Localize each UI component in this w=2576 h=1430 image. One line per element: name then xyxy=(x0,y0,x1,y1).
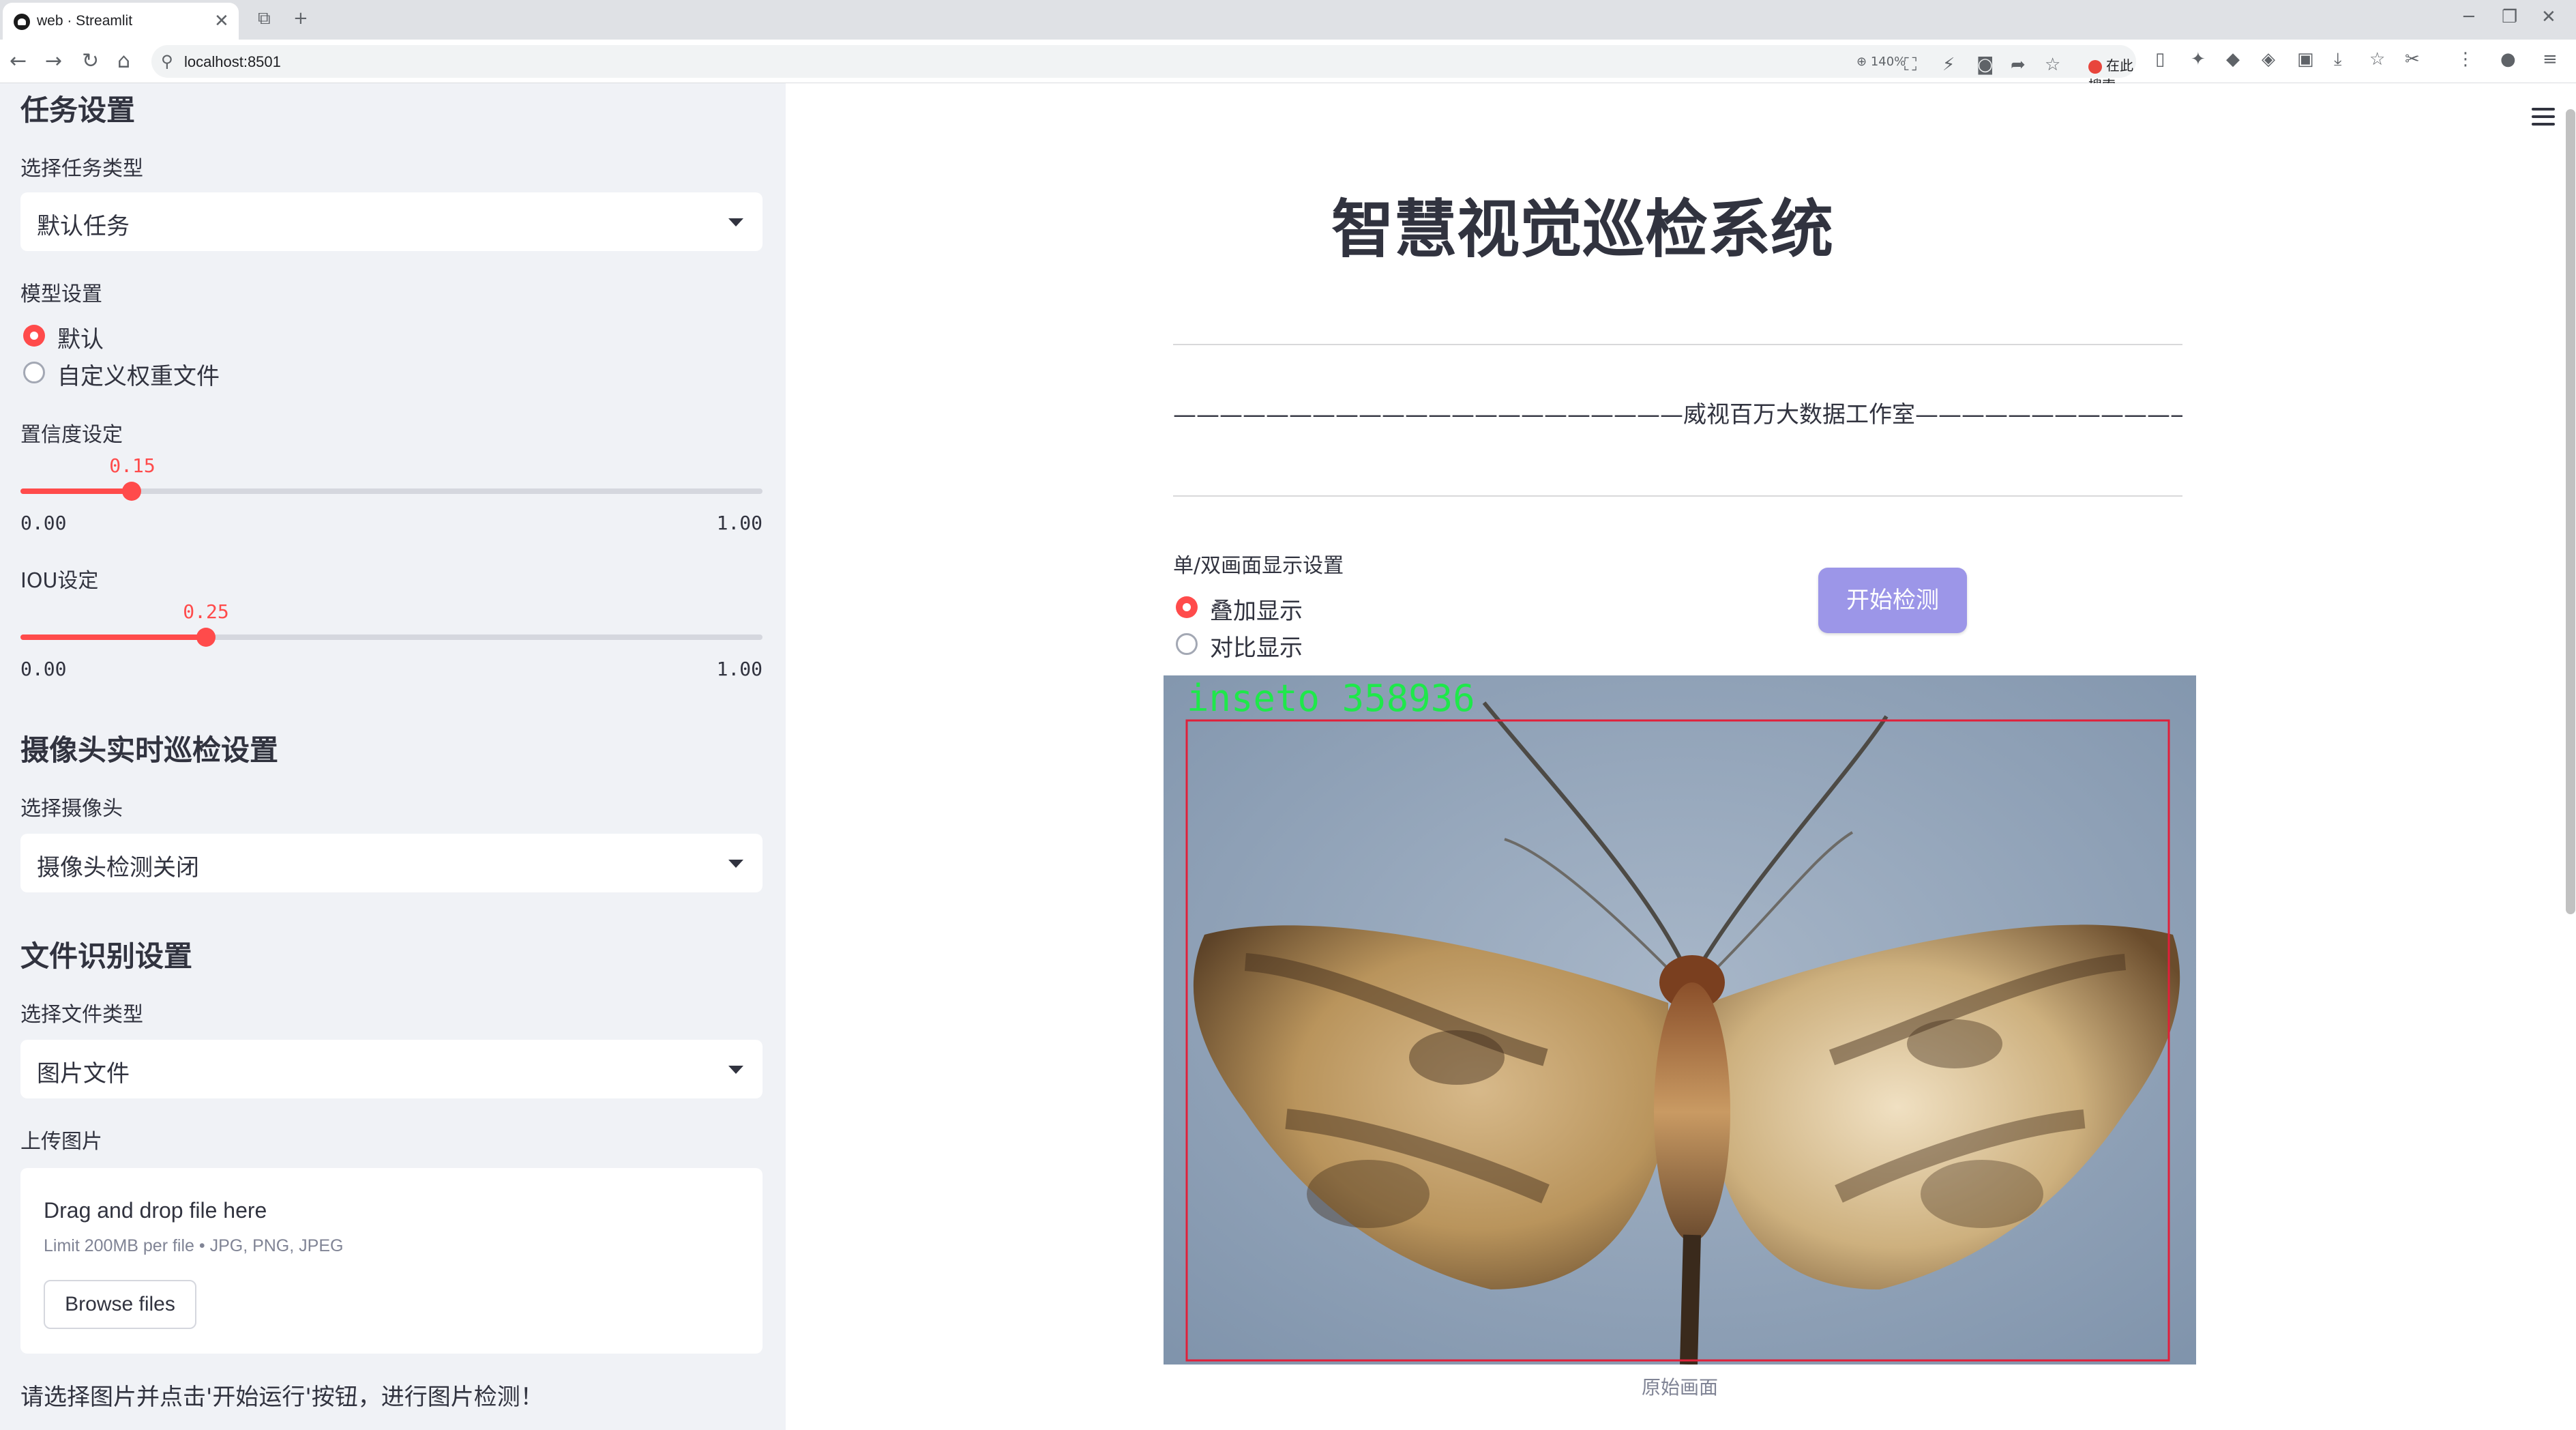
translate-icon[interactable]: ⛶ xyxy=(1904,55,1916,76)
browser-tab[interactable]: web · Streamlit ✕ xyxy=(3,3,239,40)
confidence-value: 0.15 xyxy=(109,454,156,477)
iou-label: IOU设定 xyxy=(20,569,99,593)
share-icon[interactable]: ➦ xyxy=(2011,55,2026,75)
radio-selected-icon[interactable] xyxy=(1176,596,1198,618)
home-icon[interactable]: ⌂ xyxy=(117,49,130,73)
model-option-label: 默认 xyxy=(57,326,104,353)
detection-class-label: inseto 358936 xyxy=(1187,677,1475,720)
bookmark-star-icon[interactable]: ☆ xyxy=(2045,55,2060,75)
zoom-indicator[interactable]: ⊕ 140% xyxy=(1856,55,1906,69)
confidence-max: 1.00 xyxy=(716,512,763,534)
camera-label: 选择摄像头 xyxy=(20,797,123,821)
iou-slider-fill xyxy=(20,634,206,640)
extension-1-icon[interactable]: ✦ xyxy=(2191,49,2206,70)
lightning-icon[interactable]: ⚡ xyxy=(1942,55,1955,75)
url-text: localhost:8501 xyxy=(184,53,281,70)
extension-3-icon[interactable]: ◈ xyxy=(2262,49,2275,70)
restore-icon[interactable]: ❐ xyxy=(2502,7,2517,27)
upload-hint-text: 请选择图片并点击'开始运行'按钮，进行图片检测！ xyxy=(20,1384,544,1411)
task-type-select[interactable]: 默认任务 xyxy=(20,192,763,251)
page-title: 智慧视觉巡检系统 xyxy=(1331,193,1833,266)
browser-tab-bar: web · Streamlit ✕ ⧉ + ─ ❐ ✕ xyxy=(0,0,2576,40)
confidence-slider-fill xyxy=(20,488,132,494)
close-window-icon[interactable]: ✕ xyxy=(2541,7,2556,27)
image-caption: 原始画面 xyxy=(1641,1376,1718,1399)
camera-value: 摄像头检测关闭 xyxy=(37,854,199,881)
close-tab-icon[interactable]: ✕ xyxy=(214,11,229,31)
divider xyxy=(1173,495,2182,497)
url-field[interactable]: ⚲ localhost:8501 ⊕ 140% ⛶ ⚡ ◙ ➦ ☆ 在此搜索 xyxy=(151,45,2136,93)
confidence-slider-thumb[interactable] xyxy=(122,482,141,501)
minimize-icon[interactable]: ─ xyxy=(2463,7,2474,27)
iou-min: 0.00 xyxy=(20,658,67,680)
menu-line xyxy=(2532,108,2555,111)
iou-max: 1.00 xyxy=(716,658,763,680)
address-bar-row: ← → ↻ ⌂ ⚲ localhost:8501 ⊕ 140% ⛶ ⚡ ◙ ➦ … xyxy=(0,40,2576,93)
page-scrollbar[interactable] xyxy=(2566,109,2575,914)
profile-avatar-icon[interactable]: ● xyxy=(2500,49,2516,70)
extension-2-icon[interactable]: ◆ xyxy=(2226,49,2240,70)
tab-groups-icon[interactable]: ⧉ xyxy=(258,8,271,29)
sidebar: 任务设置 选择任务类型 默认任务 模型设置 默认 自定义权重文件 置信度设定 0… xyxy=(0,83,786,1430)
cut-tool-icon[interactable]: ✂ xyxy=(2405,49,2420,70)
streamlit-favicon-icon xyxy=(14,14,30,30)
model-label: 模型设置 xyxy=(20,282,102,306)
extension-4-icon[interactable]: ▣ xyxy=(2297,49,2314,70)
task-type-value: 默认任务 xyxy=(37,213,130,240)
display-option-label: 叠加显示 xyxy=(1210,598,1303,625)
iou-slider-thumb[interactable] xyxy=(196,628,216,647)
browser-menu-icon[interactable]: ≡ xyxy=(2543,49,2558,70)
mobile-icon[interactable]: ▯ xyxy=(2155,49,2165,70)
zoom-value: 140% xyxy=(1870,55,1906,69)
detection-image: inseto 358936 xyxy=(1164,675,2196,1365)
chevron-down-icon xyxy=(728,860,743,868)
menu-line xyxy=(2532,123,2555,126)
tab-title: web · Streamlit xyxy=(37,13,133,29)
iou-value: 0.25 xyxy=(183,600,229,623)
browse-files-button[interactable]: Browse files xyxy=(44,1280,196,1329)
screenshot-icon[interactable]: ◙ xyxy=(1977,55,1994,75)
camera-select[interactable]: 摄像头检测关闭 xyxy=(20,834,763,892)
model-option-label: 自定义权重文件 xyxy=(57,363,220,390)
confidence-slider[interactable] xyxy=(20,482,763,501)
iou-slider[interactable] xyxy=(20,628,763,647)
task-section-title: 任务设置 xyxy=(20,93,136,127)
search-engine-logo-icon xyxy=(2088,59,2102,74)
file-uploader-dropzone[interactable]: Drag and drop file here Limit 200MB per … xyxy=(20,1168,763,1354)
more-menu-icon[interactable]: ⋮ xyxy=(2457,49,2474,70)
divider xyxy=(1173,344,2182,345)
upload-label: 上传图片 xyxy=(20,1130,102,1154)
new-tab-icon[interactable]: + xyxy=(293,8,308,29)
start-detection-button[interactable]: 开始检测 xyxy=(1818,568,1967,633)
display-option-label: 对比显示 xyxy=(1210,634,1303,662)
back-icon[interactable]: ← xyxy=(10,49,27,73)
reload-icon[interactable]: ↻ xyxy=(82,49,99,73)
chevron-down-icon xyxy=(728,218,743,227)
site-info-icon[interactable]: ⚲ xyxy=(161,52,173,71)
camera-section-title: 摄像头实时巡检设置 xyxy=(20,733,279,767)
file-type-select[interactable]: 图片文件 xyxy=(20,1040,763,1098)
confidence-min: 0.00 xyxy=(20,512,67,534)
download-icon[interactable]: ⤓ xyxy=(2334,49,2342,70)
file-type-value: 图片文件 xyxy=(37,1060,130,1088)
display-mode-label: 单/双画面显示设置 xyxy=(1173,554,1344,578)
upload-limit-text: Limit 200MB per file • JPG, PNG, JPEG xyxy=(44,1236,344,1255)
radio-unselected-icon[interactable] xyxy=(1176,633,1198,655)
file-type-label: 选择文件类型 xyxy=(20,1003,143,1027)
radio-unselected-icon[interactable] xyxy=(23,362,45,383)
moth-illustration: inseto 358936 xyxy=(1164,675,2196,1365)
upload-drag-text: Drag and drop file here xyxy=(44,1198,267,1223)
forward-icon[interactable]: → xyxy=(45,49,62,73)
task-type-label: 选择任务类型 xyxy=(20,157,143,181)
app-menu-icon[interactable] xyxy=(2532,108,2555,126)
menu-line xyxy=(2532,115,2555,118)
studio-subline: ——————————————————————威视百万大数据工作室————————… xyxy=(1173,401,2182,428)
favorites-icon[interactable]: ☆ xyxy=(2369,49,2385,70)
radio-selected-icon[interactable] xyxy=(23,325,45,347)
confidence-label: 置信度设定 xyxy=(20,423,123,447)
chevron-down-icon xyxy=(728,1066,743,1074)
file-section-title: 文件识别设置 xyxy=(20,939,193,973)
